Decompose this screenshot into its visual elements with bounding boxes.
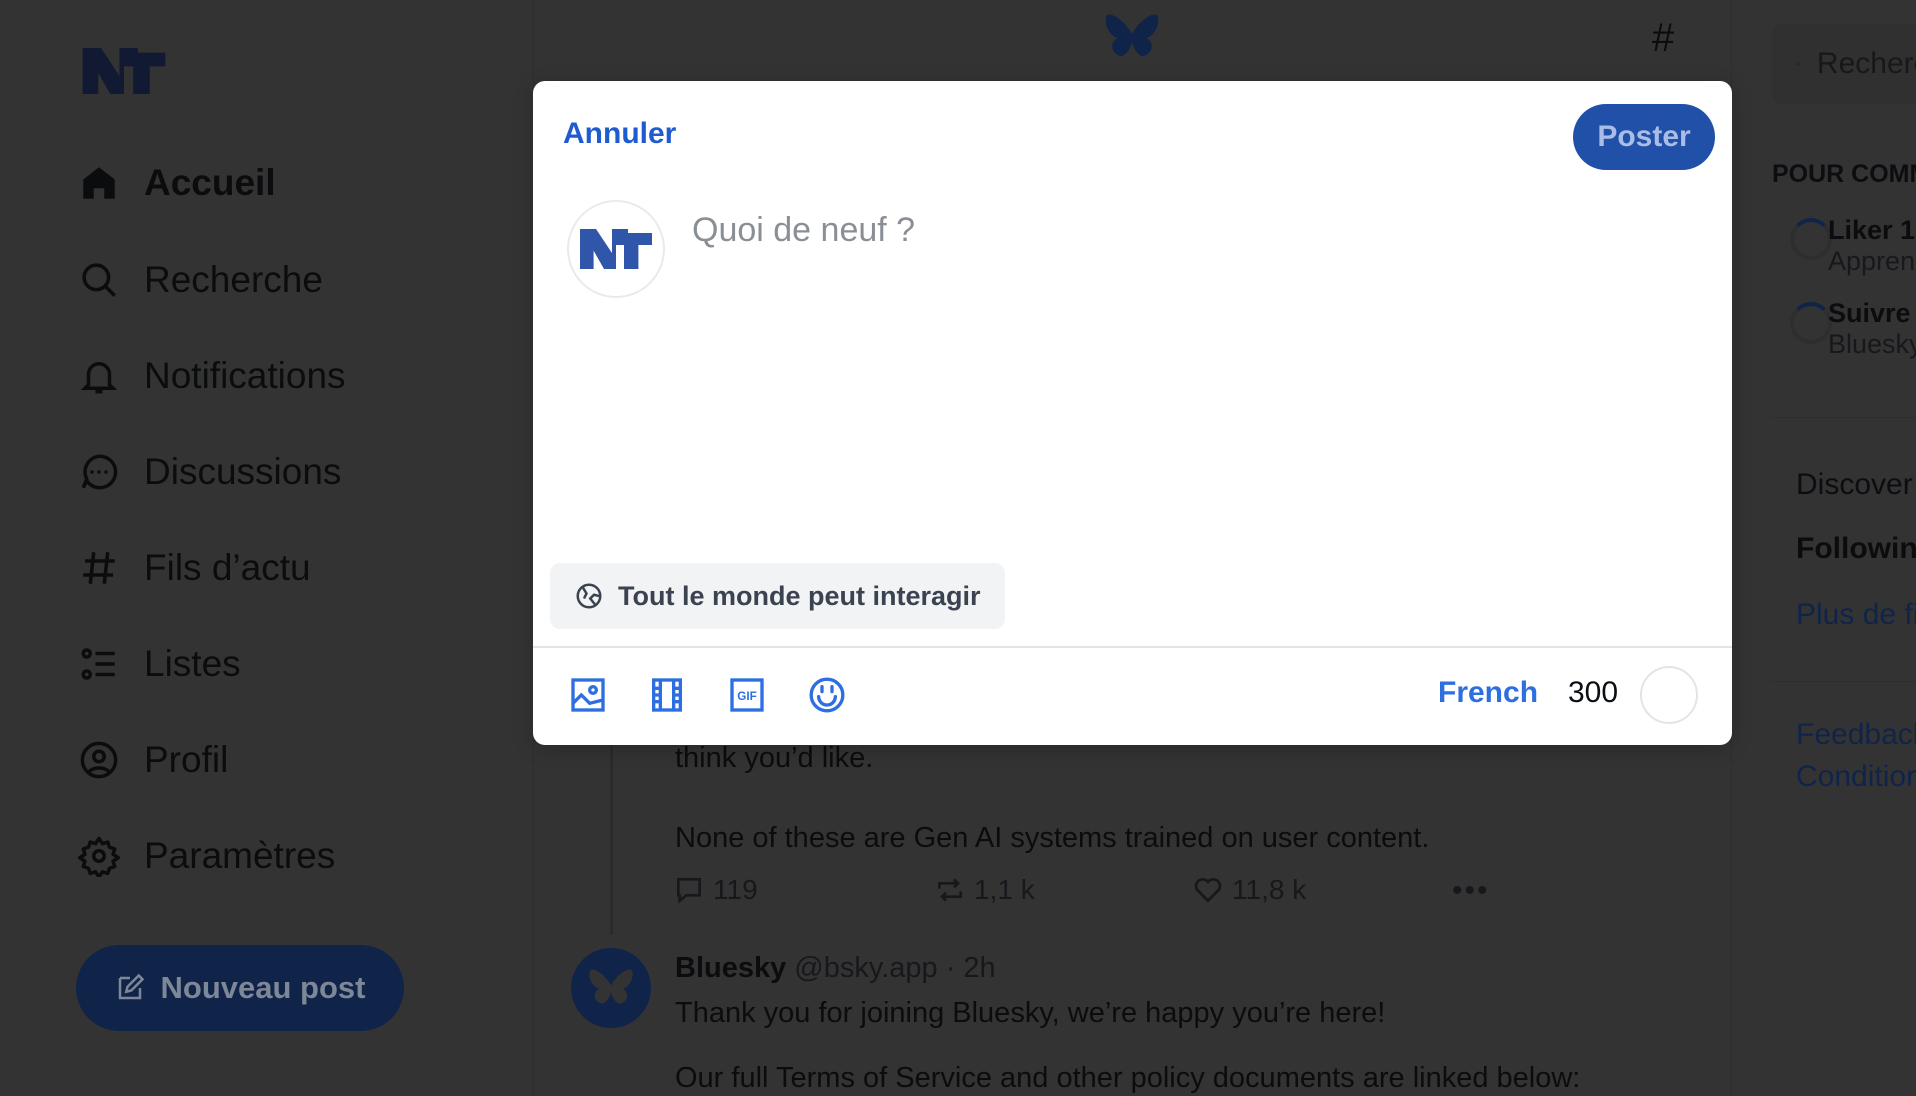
post-button[interactable]: Poster: [1573, 104, 1715, 170]
logo-icon: [82, 48, 166, 94]
sidebar-item-notifications[interactable]: Notifications: [78, 346, 346, 406]
sidebar-item-label: Listes: [144, 643, 241, 684]
task-title: Suivre 10 comptes: [1828, 298, 1916, 328]
heart-icon: [1194, 878, 1222, 903]
emoji-icon: [809, 677, 845, 713]
sidebar-item-listes[interactable]: Listes: [78, 634, 241, 694]
bell-icon: [80, 362, 118, 394]
discover-link[interactable]: Discover: [1796, 468, 1913, 502]
task-title: Liker 10 posts: [1828, 215, 1916, 245]
gif-icon: GIF: [730, 678, 764, 712]
progress-spinner-icon: [1790, 218, 1832, 260]
divider: [1772, 681, 1916, 682]
char-count: 300: [1568, 676, 1619, 709]
post-text: Our full Terms of Service and other poli…: [675, 1062, 1581, 1094]
bluesky-avatar[interactable]: [571, 948, 651, 1028]
sidebar-item-accueil[interactable]: Accueil: [78, 153, 276, 213]
search-placeholder: Rechercher: [1816, 47, 1916, 80]
user-circle-icon: [80, 741, 118, 779]
sidebar-item-discussions[interactable]: Discussions: [78, 442, 341, 502]
sidebar-item-label: Recherche: [144, 259, 323, 300]
more-options-icon[interactable]: •••: [1452, 874, 1490, 908]
interaction-settings-button[interactable]: Tout le monde peut interagir: [550, 563, 1005, 629]
sidebar-item-label: Fils d’actu: [144, 547, 311, 588]
repost-icon: [938, 878, 962, 902]
image-icon: [571, 678, 605, 712]
task-item[interactable]: Suivre 10 comptesBluesky: [1828, 298, 1916, 360]
task-item[interactable]: Liker 10 postsApprendre: [1828, 215, 1916, 277]
new-post-button[interactable]: Nouveau post: [76, 945, 404, 1031]
sidebar-item-label: Accueil: [144, 162, 276, 203]
butterfly-icon: [1105, 14, 1159, 56]
post-text: Thank you for joining Bluesky, we’re hap…: [675, 997, 1386, 1029]
logo-avatar[interactable]: [78, 30, 170, 112]
more-feeds-link[interactable]: Plus de fils: [1796, 598, 1916, 632]
thread-line: [610, 745, 613, 935]
sidebar-item-label: Notifications: [144, 355, 346, 396]
task-sub: Bluesky: [1828, 329, 1916, 359]
sidebar-item-label: Paramètres: [144, 835, 336, 876]
user-avatar[interactable]: [567, 200, 665, 298]
repost-count: 1,1 k: [974, 874, 1035, 905]
sidebar-item-label: Discussions: [144, 451, 342, 492]
composer-modal: Annuler Poster Quoi de neuf ? Tout le mo…: [533, 81, 1732, 745]
gif-button[interactable]: GIF: [727, 675, 767, 715]
home-icon: [83, 167, 115, 199]
section-title: POUR COMMENCER: [1772, 160, 1916, 188]
video-button[interactable]: [647, 675, 687, 715]
repost-button[interactable]: 1,1 k: [934, 874, 1035, 906]
search-icon: [1796, 62, 1801, 66]
image-button[interactable]: [568, 675, 608, 715]
logo-icon: [580, 229, 652, 269]
post-text: think you’d like.: [675, 742, 874, 774]
hash-icon: [83, 552, 115, 584]
following-link[interactable]: Following: [1796, 532, 1916, 566]
reply-button[interactable]: 119: [673, 874, 758, 906]
new-post-label: Nouveau post: [160, 970, 366, 1005]
edit-icon: [118, 973, 144, 1000]
post-text: None of these are Gen AI systems trained…: [675, 822, 1430, 854]
like-count: 11,8 k: [1232, 874, 1307, 905]
cancel-button[interactable]: Annuler: [563, 117, 676, 151]
chat-icon: [81, 454, 118, 490]
butterfly-icon: [589, 969, 633, 1004]
globe-icon: [576, 583, 602, 609]
reply-icon: [677, 878, 701, 904]
sidebar-item-parametres[interactable]: Paramètres: [78, 826, 335, 886]
feeds-hash-icon[interactable]: #: [1652, 16, 1674, 61]
gear-icon: [78, 836, 120, 877]
task-sub: Apprendre: [1828, 246, 1916, 276]
conditions-link[interactable]: Conditions: [1796, 760, 1916, 794]
sidebar-item-fils[interactable]: Fils d’actu: [78, 538, 311, 598]
sidebar-item-label: Profil: [144, 739, 229, 780]
interaction-label: Tout le monde peut interagir: [618, 580, 981, 611]
sidebar-item-recherche[interactable]: Recherche: [78, 250, 323, 310]
char-progress-ring: [1640, 666, 1698, 724]
feedback-link[interactable]: Feedback: [1796, 718, 1916, 752]
like-button[interactable]: 11,8 k: [1192, 874, 1306, 906]
divider: [533, 646, 1732, 648]
search-input[interactable]: Rechercher: [1772, 24, 1916, 104]
progress-spinner-icon: [1790, 302, 1832, 344]
right-panel: Rechercher POUR COMMENCER Liker 10 posts…: [1772, 0, 1916, 1096]
author-name[interactable]: Bluesky: [675, 952, 786, 984]
post-text-input[interactable]: Quoi de neuf ?: [692, 211, 915, 250]
search-icon: [82, 263, 116, 297]
emoji-button[interactable]: [807, 675, 847, 715]
author-handle: @bsky.app · 2h: [794, 952, 996, 984]
video-icon: [652, 678, 682, 712]
divider: [1772, 417, 1916, 418]
svg-text:GIF: GIF: [737, 690, 756, 703]
language-selector[interactable]: French: [1438, 676, 1538, 710]
sidebar-item-profil[interactable]: Profil: [78, 730, 228, 790]
list-icon: [81, 648, 115, 680]
reply-count: 119: [713, 874, 758, 905]
